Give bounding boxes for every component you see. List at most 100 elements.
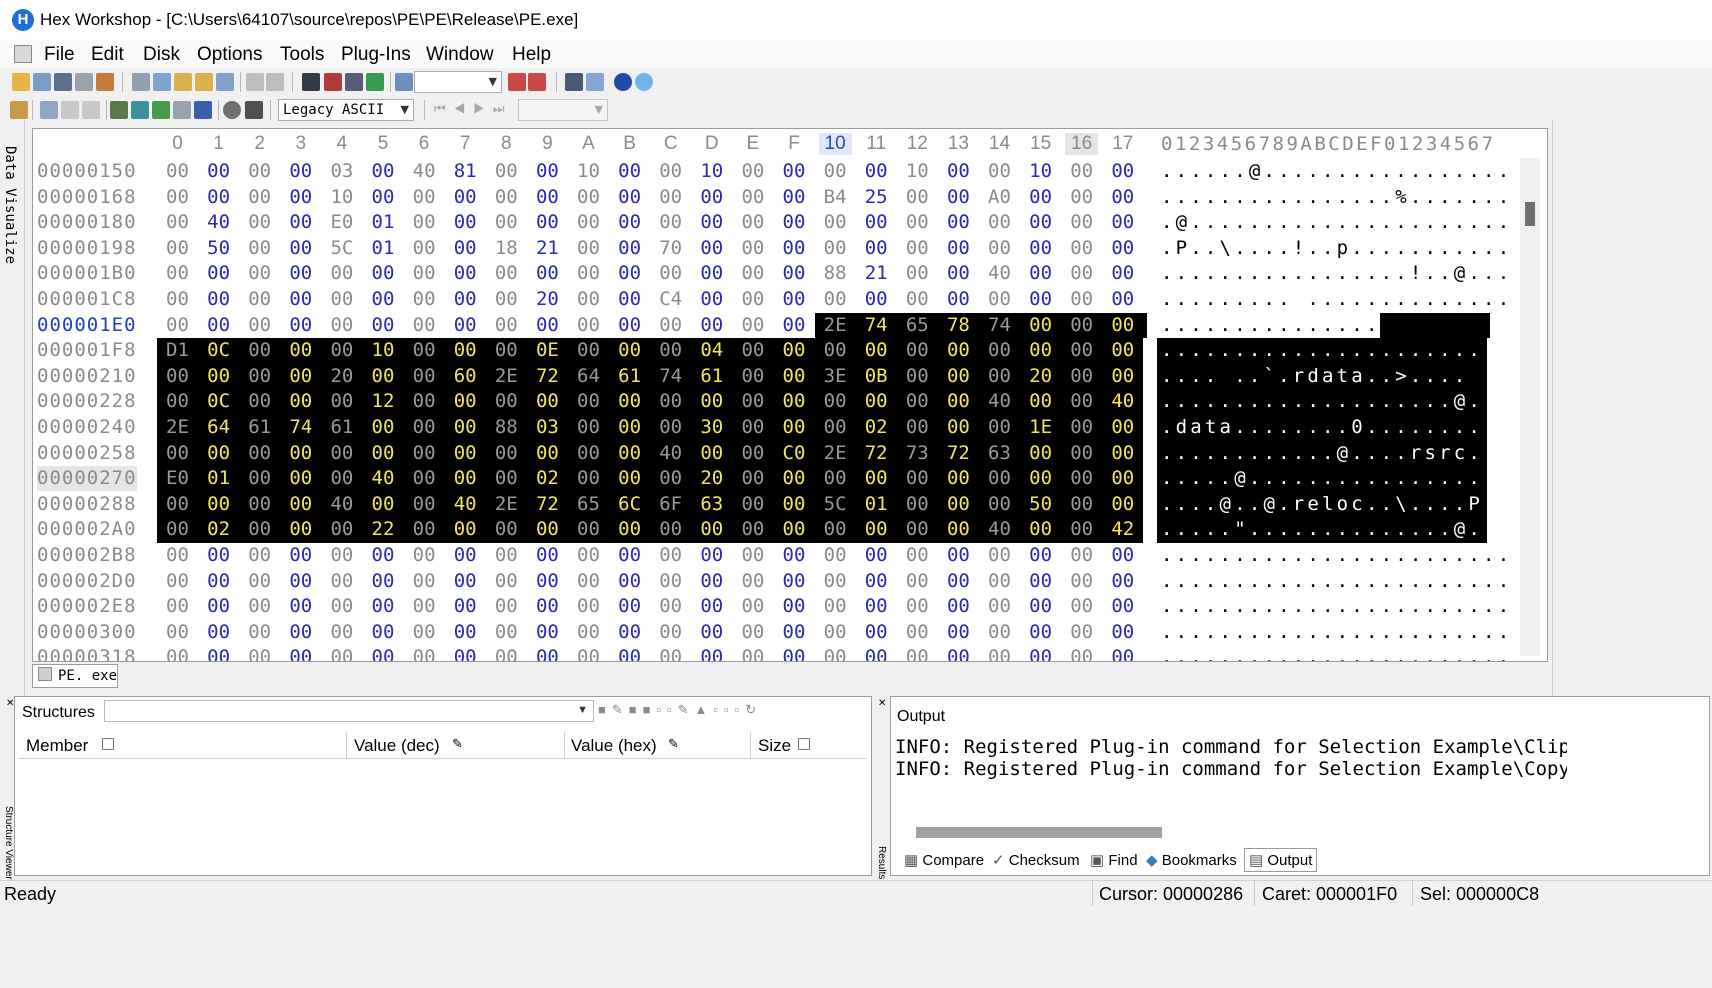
hex-byte[interactable]: 00	[243, 261, 276, 286]
hex-byte[interactable]: 3E	[819, 364, 852, 389]
menu-edit[interactable]: Edit	[91, 44, 124, 66]
hex-byte[interactable]: 00	[942, 287, 975, 312]
hex-byte[interactable]: 00	[531, 313, 564, 338]
hex-byte[interactable]: 00	[325, 313, 358, 338]
replace-icon[interactable]	[366, 73, 384, 91]
hex-byte[interactable]: 10	[367, 338, 400, 363]
hex-byte[interactable]: 00	[531, 594, 564, 619]
hex-byte[interactable]: 00	[819, 159, 852, 184]
hex-byte[interactable]: 20	[531, 287, 564, 312]
hex-byte[interactable]: 00	[161, 389, 194, 414]
hex-byte[interactable]: 00	[901, 210, 934, 235]
hex-byte[interactable]: 00	[490, 261, 523, 286]
hex-byte[interactable]: 00	[408, 441, 441, 466]
hex-byte[interactable]: 00	[695, 236, 728, 261]
ascii-row[interactable]: .P..\....!..p...........	[1161, 236, 1512, 261]
hex-byte[interactable]: 00	[325, 594, 358, 619]
hex-byte[interactable]: 00	[243, 466, 276, 491]
hex-byte[interactable]: 64	[202, 415, 235, 440]
hex-byte[interactable]: 00	[490, 338, 523, 363]
hex-byte[interactable]: 00	[819, 389, 852, 414]
hex-byte[interactable]: 00	[367, 415, 400, 440]
hex-byte[interactable]: 00	[243, 492, 276, 517]
hex-byte[interactable]: 00	[531, 645, 564, 661]
hex-byte[interactable]: 00	[1024, 594, 1057, 619]
hex-byte[interactable]: 10	[901, 159, 934, 184]
hex-byte[interactable]: 2E	[490, 492, 523, 517]
hex-byte[interactable]: 00	[778, 364, 811, 389]
menu-options[interactable]: Options	[197, 44, 262, 66]
hex-byte[interactable]: 00	[449, 594, 482, 619]
hex-byte[interactable]: 72	[531, 492, 564, 517]
hex-byte[interactable]: 00	[983, 415, 1016, 440]
hex-byte[interactable]: 00	[736, 645, 769, 661]
hex-byte[interactable]: 00	[654, 159, 687, 184]
hex-byte[interactable]: 00	[408, 313, 441, 338]
hex-byte[interactable]: 00	[1106, 441, 1139, 466]
hex-byte[interactable]: 00	[1065, 569, 1098, 594]
hex-byte[interactable]: 00	[1106, 645, 1139, 661]
hex-byte[interactable]: 00	[654, 261, 687, 286]
hex-byte[interactable]: 00	[901, 364, 934, 389]
hex-byte[interactable]: 00	[778, 569, 811, 594]
hex-byte[interactable]: 00	[778, 594, 811, 619]
hex-byte[interactable]: 00	[1106, 313, 1139, 338]
hex-byte[interactable]: 00	[408, 645, 441, 661]
hex-byte[interactable]: 00	[860, 210, 893, 235]
hex-byte[interactable]: 01	[367, 210, 400, 235]
hex-byte[interactable]: 00	[736, 441, 769, 466]
hex-byte[interactable]: 40	[449, 492, 482, 517]
hex-byte[interactable]: 00	[983, 569, 1016, 594]
redo-icon[interactable]	[266, 73, 284, 91]
structure-toolbar-icons[interactable]: ■✎■■▫▫✎▲▫▫▫↻	[598, 702, 860, 720]
hex-byte[interactable]: 00	[367, 594, 400, 619]
hex-byte[interactable]: 00	[161, 236, 194, 261]
paste-icon[interactable]	[174, 73, 192, 91]
bookmark-next-icon[interactable]	[528, 73, 546, 91]
hex-byte[interactable]: 00	[408, 492, 441, 517]
hex-byte[interactable]: 00	[490, 441, 523, 466]
hex-byte[interactable]: 00	[654, 210, 687, 235]
hex-byte[interactable]: 03	[531, 415, 564, 440]
ascii-row[interactable]: ............@....rsrc...	[1161, 441, 1512, 466]
hex-byte[interactable]: 00	[408, 466, 441, 491]
hex-byte[interactable]: 00	[367, 569, 400, 594]
hex-byte[interactable]: 00	[1024, 441, 1057, 466]
hex-byte[interactable]: 00	[901, 389, 934, 414]
hex-byte[interactable]: 18	[490, 236, 523, 261]
hex-byte[interactable]: 00	[983, 364, 1016, 389]
hex-byte[interactable]: 00	[695, 313, 728, 338]
hex-byte[interactable]: 00	[778, 210, 811, 235]
hex-byte[interactable]: 00	[901, 287, 934, 312]
hex-byte[interactable]: 00	[942, 620, 975, 645]
hex-byte[interactable]: 00	[1024, 389, 1057, 414]
calculator-icon[interactable]	[245, 101, 263, 119]
hex-byte[interactable]: 00	[860, 389, 893, 414]
hex-byte[interactable]: 65	[901, 313, 934, 338]
hex-byte[interactable]: 00	[408, 569, 441, 594]
hex-byte[interactable]: 00	[942, 492, 975, 517]
hex-byte[interactable]: 00	[819, 287, 852, 312]
hex-byte[interactable]: 6C	[613, 492, 646, 517]
hex-byte[interactable]: 00	[449, 389, 482, 414]
hex-byte[interactable]: 02	[202, 517, 235, 542]
hex-byte[interactable]: 00	[819, 620, 852, 645]
copy-c-icon[interactable]	[82, 101, 100, 119]
hex-byte[interactable]: 00	[1024, 261, 1057, 286]
hex-byte[interactable]: 00	[1024, 517, 1057, 542]
hex-byte[interactable]: 00	[449, 569, 482, 594]
hex-byte[interactable]: 00	[572, 569, 605, 594]
hex-byte[interactable]: 00	[572, 338, 605, 363]
hex-byte[interactable]: 00	[1065, 389, 1098, 414]
hex-byte[interactable]: 00	[449, 287, 482, 312]
hex-byte[interactable]: 00	[531, 517, 564, 542]
ascii-row[interactable]: ......@.................	[1161, 159, 1512, 184]
hex-byte[interactable]: 00	[613, 594, 646, 619]
hex-byte[interactable]: 00	[531, 441, 564, 466]
hex-byte[interactable]: 0C	[202, 389, 235, 414]
hex-byte[interactable]: 00	[202, 594, 235, 619]
hex-byte[interactable]: 00	[860, 645, 893, 661]
hex-byte[interactable]: 00	[736, 261, 769, 286]
hex-byte[interactable]: 00	[736, 569, 769, 594]
hex-byte[interactable]: 00	[983, 543, 1016, 568]
